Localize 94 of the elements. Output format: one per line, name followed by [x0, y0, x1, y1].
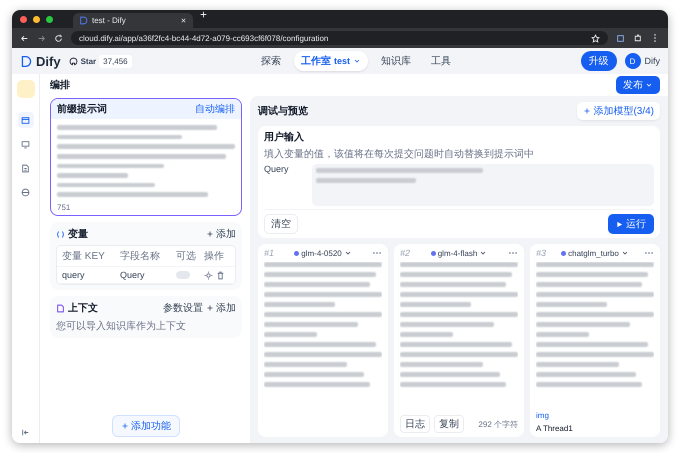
img-link[interactable]: img	[536, 411, 654, 420]
add-button[interactable]: 添加	[206, 301, 236, 315]
close-icon	[180, 17, 187, 24]
redacted-text	[400, 302, 471, 307]
query-field[interactable]	[312, 164, 654, 206]
context-hint: 您可以导入知识库作为上下文	[56, 320, 187, 333]
trash-icon	[216, 270, 225, 280]
maximize-window-icon[interactable]	[46, 16, 53, 23]
add-model-button[interactable]: 添加模型(3/4)	[577, 102, 660, 120]
reload-icon	[54, 34, 63, 42]
debug-title: 调试与预览	[258, 104, 308, 118]
optional-toggle[interactable]	[176, 271, 190, 279]
tab-title: test - Dify	[92, 16, 127, 25]
logo-icon	[20, 54, 33, 68]
github-icon	[68, 56, 78, 66]
settings-icon	[204, 270, 213, 280]
character-count: 751	[56, 203, 72, 214]
output-text: A Thread1	[536, 424, 574, 433]
prompt-editor[interactable]: 前缀提示词 自动编排 751	[50, 98, 242, 216]
redacted-text	[400, 332, 454, 337]
prompt-title: 前缀提示词	[57, 102, 107, 116]
add-button[interactable]: 添加	[206, 227, 236, 241]
caret-icon	[344, 249, 352, 257]
caret-icon	[479, 249, 488, 257]
table-cell-text: query	[62, 270, 86, 280]
redacted-text	[536, 332, 590, 337]
nav-tab[interactable]: 工作室 test	[294, 51, 368, 71]
caret-icon	[645, 81, 653, 89]
sidebar-button[interactable]	[18, 112, 34, 128]
redacted-text	[264, 302, 335, 307]
back-icon	[20, 34, 29, 42]
column-header: 变量 KEY	[62, 250, 106, 263]
model-index: #3	[536, 248, 546, 258]
add-feature-button[interactable]: 添加功能	[112, 415, 180, 437]
caret-icon	[620, 249, 629, 257]
model-icon	[294, 250, 300, 256]
redacted-text	[264, 332, 318, 337]
collapse-icon	[21, 428, 30, 437]
browser-tab[interactable]: test - Dify	[73, 13, 193, 28]
monitor-icon	[21, 140, 30, 148]
document-icon	[56, 304, 65, 312]
logo-text: Dify	[36, 54, 61, 68]
plus-icon	[206, 304, 214, 312]
forward-icon	[37, 34, 46, 42]
close-window-icon[interactable]	[20, 16, 27, 23]
plus-icon	[206, 230, 214, 238]
nav-tab[interactable]: 知识库	[374, 51, 418, 71]
user-input-title: 用户输入	[264, 130, 305, 144]
output-action-button[interactable]: 复制	[434, 415, 464, 433]
column-header: 字段名称	[120, 250, 161, 263]
model-icon	[561, 250, 566, 256]
output-action-button[interactable]: 日志	[400, 415, 430, 433]
variables-title: 变量	[68, 227, 88, 241]
play-icon	[616, 220, 623, 228]
context-title: 上下文	[68, 302, 98, 315]
upgrade-button[interactable]: 升级	[580, 51, 616, 71]
column-header: 操作	[204, 250, 225, 263]
column-header: 可选	[176, 250, 197, 263]
character-count: 292 个字符	[478, 418, 518, 430]
favicon-icon	[79, 16, 88, 25]
puzzle-icon	[633, 34, 642, 42]
star-icon	[591, 34, 600, 42]
redacted-text	[536, 302, 607, 307]
model-selector[interactable]: glm-4-0520	[294, 248, 352, 258]
github-star-button[interactable]: Star	[68, 56, 96, 66]
plus-icon	[583, 107, 592, 115]
table-cell-text: Query	[120, 270, 146, 280]
nav-tab[interactable]: 工具	[424, 51, 458, 71]
auto-compose-button[interactable]: 自动编排	[195, 102, 235, 116]
plus-icon	[121, 422, 129, 430]
app-icon	[16, 80, 34, 98]
run-button[interactable]: 运行	[608, 214, 654, 234]
field-label: Query	[264, 164, 290, 176]
minimize-window-icon[interactable]	[33, 16, 40, 23]
redacted-text	[57, 173, 128, 178]
plus-icon	[199, 10, 208, 19]
layout-icon	[21, 116, 30, 124]
star-count: 37,456	[99, 54, 132, 68]
clear-button[interactable]: 清空	[264, 214, 298, 234]
nav-tab[interactable]: 探索	[254, 51, 288, 71]
model-selector[interactable]: chatglm_turbo	[561, 248, 629, 258]
caret-icon	[353, 57, 362, 65]
model-index: #2	[400, 248, 410, 258]
braces-icon	[56, 230, 65, 238]
address-bar[interactable]: cloud.dify.ai/app/a36f2fc4-bc44-4d72-a079-cc693cf6f078/configuration	[71, 31, 608, 45]
page-title: 编排	[50, 78, 70, 92]
model-icon	[430, 250, 436, 256]
document-icon	[21, 164, 30, 172]
model-selector[interactable]: glm-4-flash	[430, 248, 488, 258]
parameter-settings-button[interactable]: 参数设置	[163, 301, 203, 315]
publish-button[interactable]: 发布	[616, 76, 660, 94]
model-index: #1	[264, 248, 274, 258]
account-menu[interactable]: D Dify	[624, 53, 660, 69]
user-input-hint: 填入变量的值，该值将在每次提交问题时自动替换到提示词中	[264, 148, 535, 161]
